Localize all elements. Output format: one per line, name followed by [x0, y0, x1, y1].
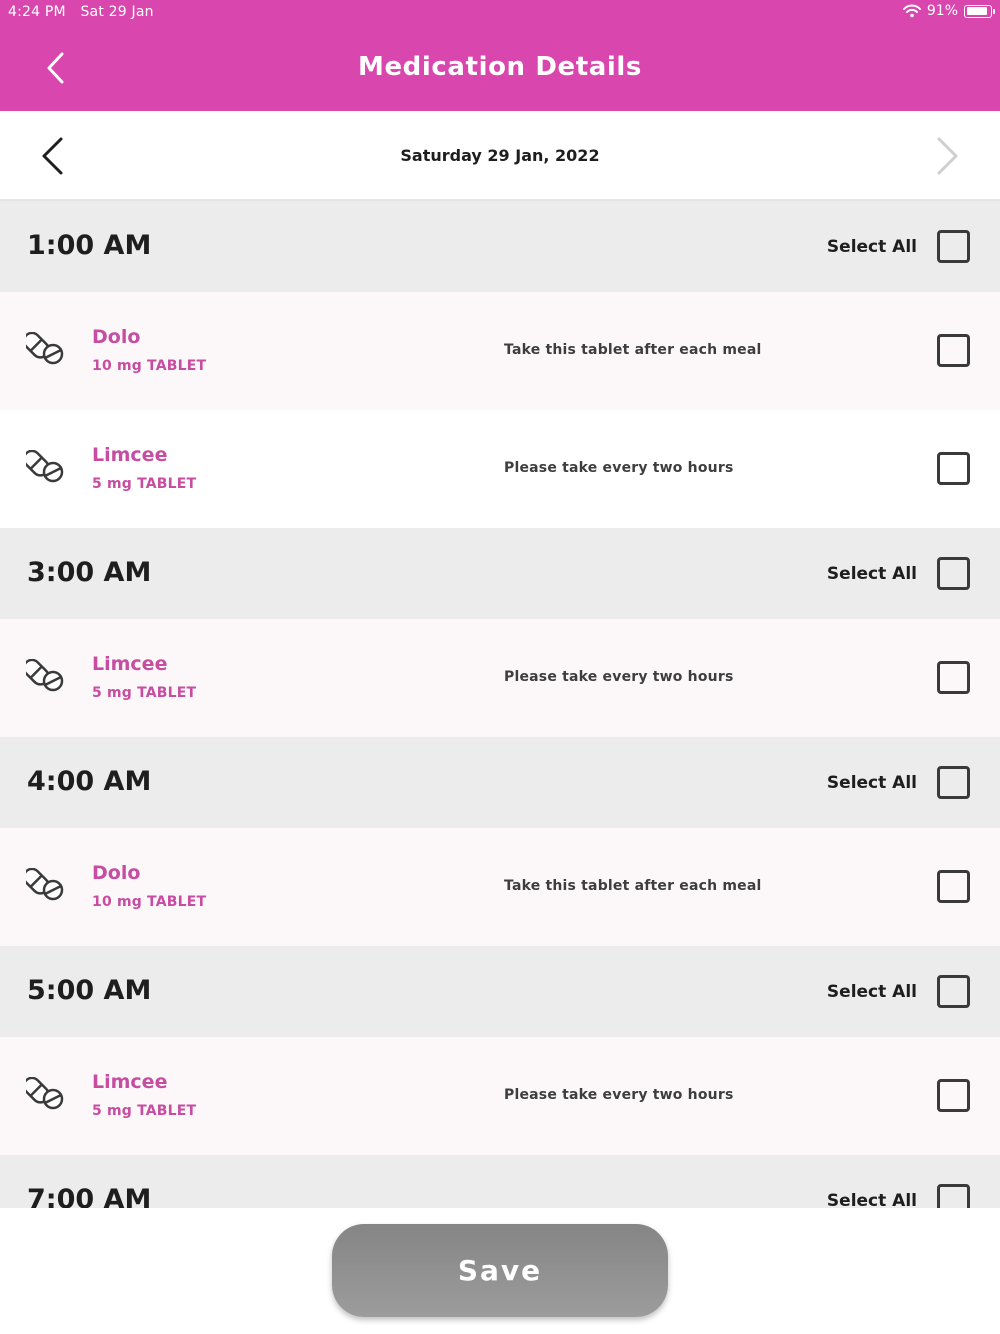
medication-name: Limcee	[92, 653, 168, 675]
select-all-label: Select All	[826, 1191, 917, 1208]
wifi-icon	[902, 4, 921, 18]
slot-time: 5:00 AM	[27, 975, 152, 1006]
medication-note: Please take every two hours	[504, 460, 734, 476]
medication-row: Limcee 5 mg TABLET Please take every two h…	[0, 410, 1000, 528]
status-bar: 4:24 PM Sat 29 Jan 91%	[0, 0, 1000, 24]
medication-checkbox[interactable]	[937, 661, 970, 694]
medication-name: Dolo	[92, 326, 141, 348]
medication-dose: 5 mg TABLET	[92, 1103, 197, 1119]
medication-row: Dolo 10 mg TABLET Take this tablet after e…	[0, 292, 1000, 410]
pill-icon	[22, 1076, 66, 1111]
medication-row: Limcee 5 mg TABLET Please take every two h…	[0, 1037, 1000, 1155]
medication-checkbox[interactable]	[937, 452, 970, 485]
select-all-label: Select All	[826, 773, 917, 793]
medication-note: Please take every two hours	[504, 1087, 734, 1103]
select-all-checkbox[interactable]	[937, 975, 970, 1008]
pill-icon	[22, 331, 66, 366]
nav-bar: Medication Details	[0, 24, 1000, 111]
medication-dose: 5 mg TABLET	[92, 685, 197, 701]
slot-time: 4:00 AM	[27, 766, 152, 797]
status-left: 4:24 PM Sat 29 Jan	[8, 4, 164, 20]
chevron-right-icon	[937, 137, 958, 175]
select-all-checkbox[interactable]	[937, 766, 970, 799]
status-date: Sat 29 Jan	[80, 4, 154, 20]
select-all-checkbox[interactable]	[937, 557, 970, 590]
save-button[interactable]: Save	[332, 1224, 668, 1317]
medication-checkbox[interactable]	[937, 334, 970, 367]
slot-time: 7:00 AM	[27, 1184, 152, 1208]
medication-name: Limcee	[92, 1071, 168, 1093]
next-day-button[interactable]	[928, 133, 968, 179]
time-slot-header: 3:00 AM Select All	[0, 528, 1000, 619]
medication-row: Limcee 5 mg TABLET Please take every two h…	[0, 619, 1000, 737]
pill-icon	[22, 867, 66, 902]
medication-row: Dolo 10 mg TABLET Take this tablet after e…	[0, 828, 1000, 946]
medication-checkbox[interactable]	[937, 1079, 970, 1112]
date-navigator: Saturday 29 Jan, 2022	[0, 111, 1000, 201]
battery-icon	[964, 4, 995, 18]
battery-fill	[966, 7, 988, 15]
medication-dose: 10 mg TABLET	[92, 358, 207, 374]
battery-percent: 91%	[926, 3, 958, 19]
medication-checkbox[interactable]	[937, 870, 970, 903]
select-all-label: Select All	[826, 982, 917, 1002]
page-title: Medication Details	[357, 52, 643, 82]
pill-icon	[22, 449, 66, 484]
select-all-checkbox[interactable]	[937, 230, 970, 263]
medication-note: Please take every two hours	[504, 669, 734, 685]
footer: Save	[0, 1208, 1000, 1334]
medication-name: Dolo	[92, 862, 141, 884]
slot-time: 1:00 AM	[27, 230, 152, 261]
current-date: Saturday 29 Jan, 2022	[400, 146, 600, 165]
time-slot-header: 1:00 AM Select All	[0, 201, 1000, 292]
medication-note: Take this tablet after each meal	[504, 878, 762, 894]
slot-time: 3:00 AM	[27, 557, 152, 588]
time-slot-header: 5:00 AM Select All	[0, 946, 1000, 1037]
pill-icon	[22, 658, 66, 693]
select-all-label: Select All	[826, 564, 917, 584]
select-all-checkbox[interactable]	[937, 1184, 970, 1208]
medication-dose: 10 mg TABLET	[92, 894, 207, 910]
time-slot-header: 7:00 AM Select All	[0, 1155, 1000, 1208]
status-right: 91%	[902, 3, 995, 19]
medication-list[interactable]: 1:00 AM Select All Dolo 10 mg TABLET Take th…	[0, 201, 1000, 1208]
time-slot-header: 4:00 AM Select All	[0, 737, 1000, 828]
medication-name: Limcee	[92, 444, 168, 466]
medication-dose: 5 mg TABLET	[92, 476, 197, 492]
select-all-label: Select All	[826, 237, 917, 257]
medication-note: Take this tablet after each meal	[504, 342, 762, 358]
status-time: 4:24 PM	[8, 4, 66, 20]
